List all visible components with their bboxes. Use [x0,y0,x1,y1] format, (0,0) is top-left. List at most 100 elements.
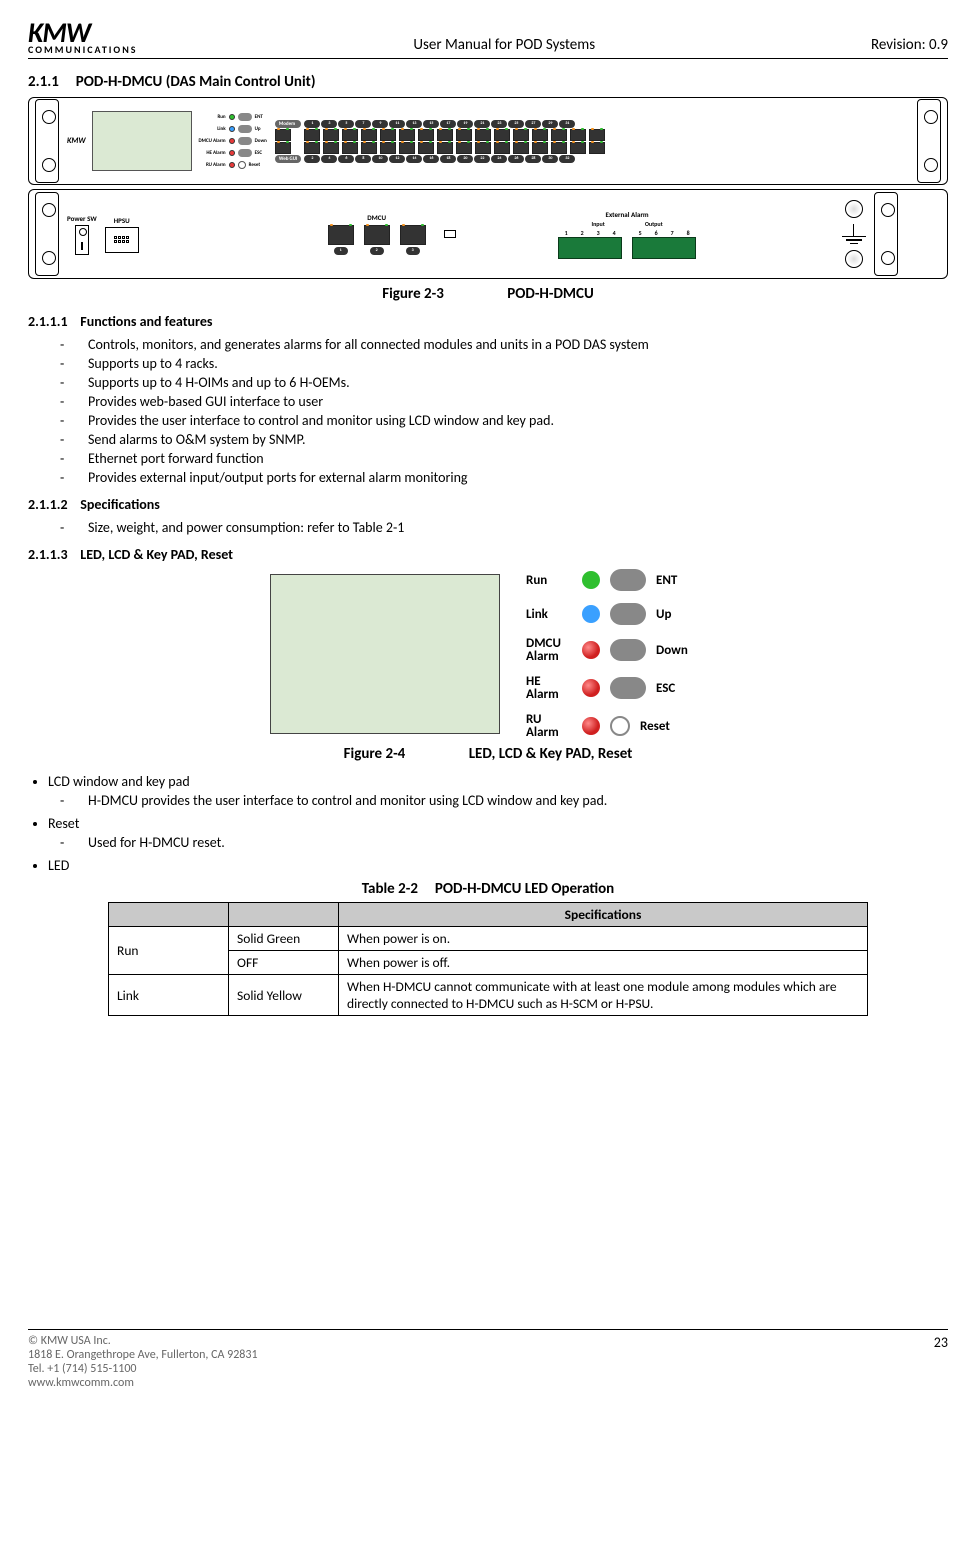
rack-ear-left [35,192,59,276]
small-port-icon [444,230,456,238]
rj45-port [342,142,358,154]
led-icon [582,641,600,659]
table-header-blank2 [229,903,339,927]
modem-port [275,129,291,141]
dmcu-port: 3 [400,225,426,255]
bullet-lcd-sub: H-DMCU provides the user interface to co… [88,792,948,809]
port-number: 1 [304,120,320,128]
rj45-port [456,142,472,154]
rj45-port [513,129,529,141]
keypad-button [610,677,646,699]
rj45-port [380,142,396,154]
port-number: 15 [423,120,439,128]
table-row: Run Solid Green When power is on. [109,927,868,951]
port-number: 30 [542,155,558,163]
rack-ear-right [874,192,898,276]
table-header-blank [109,903,229,927]
input-terminal [558,237,622,259]
port-number: 14 [406,155,422,163]
logo: KMW COMMUNICATIONS [28,20,138,54]
keypad-button [610,603,646,625]
cell-link: Link [109,975,229,1016]
list-item: Controls, monitors, and generates alarms… [88,336,948,353]
led-icon [582,605,600,623]
modem-label: Modem [275,120,301,128]
led-key-row: LinkUp [526,603,706,625]
output-terminal [632,237,696,259]
rj45-port [418,142,434,154]
led-key-row: RunENT [198,113,267,121]
doc-title: User Manual for POD Systems [413,36,595,54]
hpsu-label: HPSU [114,216,130,225]
external-alarm: External Alarm Input Output 1234 5678 [558,210,696,259]
port-number: 12 [389,155,405,163]
port-number: 3 [321,120,337,128]
port-number: 17 [440,120,456,128]
led-key-row: RunENT [526,569,706,591]
port-area: Modem Web GUI 13579111315171921232527293… [275,120,909,163]
rj45-port [361,129,377,141]
port-number: 29 [542,120,558,128]
section-2.1.1.3-heading: 2.1.1.3 LED, LCD & Key PAD, Reset [28,546,948,563]
rj45-port [570,129,586,141]
figure-2-3-front-panel: KMW RunENTLinkUpDMCU AlarmDownHE AlarmES… [28,97,948,185]
list-item: Provides web-based GUI interface to user [88,393,948,410]
led-keypad-column: RunENTLinkUpDMCU AlarmDownHE AlarmESCRU … [198,113,267,169]
cell: When power is off. [339,951,868,975]
rj45-port [304,142,320,154]
webgui-label: Web GUI [275,155,301,163]
list-item: Send alarms to O&M system by SNMP. [88,431,948,448]
rj45-port [513,142,529,154]
led-key-row: DMCUAlarmDown [526,637,706,663]
port-number: 18 [440,155,456,163]
port-number: 4 [321,155,337,163]
dmcu-port: 2 [364,225,390,255]
port-number: 16 [423,155,439,163]
led-icon [582,717,600,735]
rj45-port [589,129,605,141]
led-icon [582,679,600,697]
table-2-2-caption: Table 2-2 POD-H-DMCU LED Operation [28,880,948,898]
keypad-button [610,569,646,591]
hpsu-connector [105,227,139,253]
rj45-port [551,142,567,154]
rack-ear-left [35,99,59,183]
list-item: Size, weight, and power consumption: ref… [88,519,948,536]
reset-button [610,716,630,736]
table-2-2: Specifications Run Solid Green When powe… [108,902,868,1016]
dmcu-label: DMCU [367,213,386,222]
cell: When H-DMCU cannot communicate with at l… [339,975,868,1016]
rj45-port [323,129,339,141]
led-key-row: HEAlarmESC [526,675,706,701]
list-item: Ethernet port forward function [88,450,948,467]
port-number: 10 [372,155,388,163]
rj45-port [323,142,339,154]
panel-brand: KMW [67,136,86,146]
rack-ear-right [917,99,941,183]
dmcu-port: 1 [328,225,354,255]
led-icon [582,571,600,589]
port-number: 11 [389,120,405,128]
port-number: 25 [508,120,524,128]
port-number: 24 [491,155,507,163]
table-header-spec: Specifications [339,903,868,927]
cell: Solid Yellow [229,975,339,1016]
list-item: Provides external input/output ports for… [88,469,948,486]
rj45-port [342,129,358,141]
rj45-port [532,142,548,154]
port-number: 20 [457,155,473,163]
list-item: Supports up to 4 H-OIMs and up to 6 H-OE… [88,374,948,391]
rj45-port [437,129,453,141]
screw-icon [845,200,863,218]
port-number: 8 [355,155,371,163]
port-number: 13 [406,120,422,128]
port-number: 2 [304,155,320,163]
page-footer: © KMW USA Inc. 1818 E. Orangethrope Ave,… [28,1329,948,1390]
rj45-port [437,142,453,154]
rj45-port [494,142,510,154]
table-row: Link Solid Yellow When H-DMCU cannot com… [109,975,868,1016]
lcd-screen [92,111,192,171]
bullet-lcd: LCD window and key pad H-DMCU provides t… [48,773,948,809]
section-2.1.1-heading: 2.1.1 POD-H-DMCU (DAS Main Control Unit) [28,73,948,91]
port-number: 31 [559,120,575,128]
